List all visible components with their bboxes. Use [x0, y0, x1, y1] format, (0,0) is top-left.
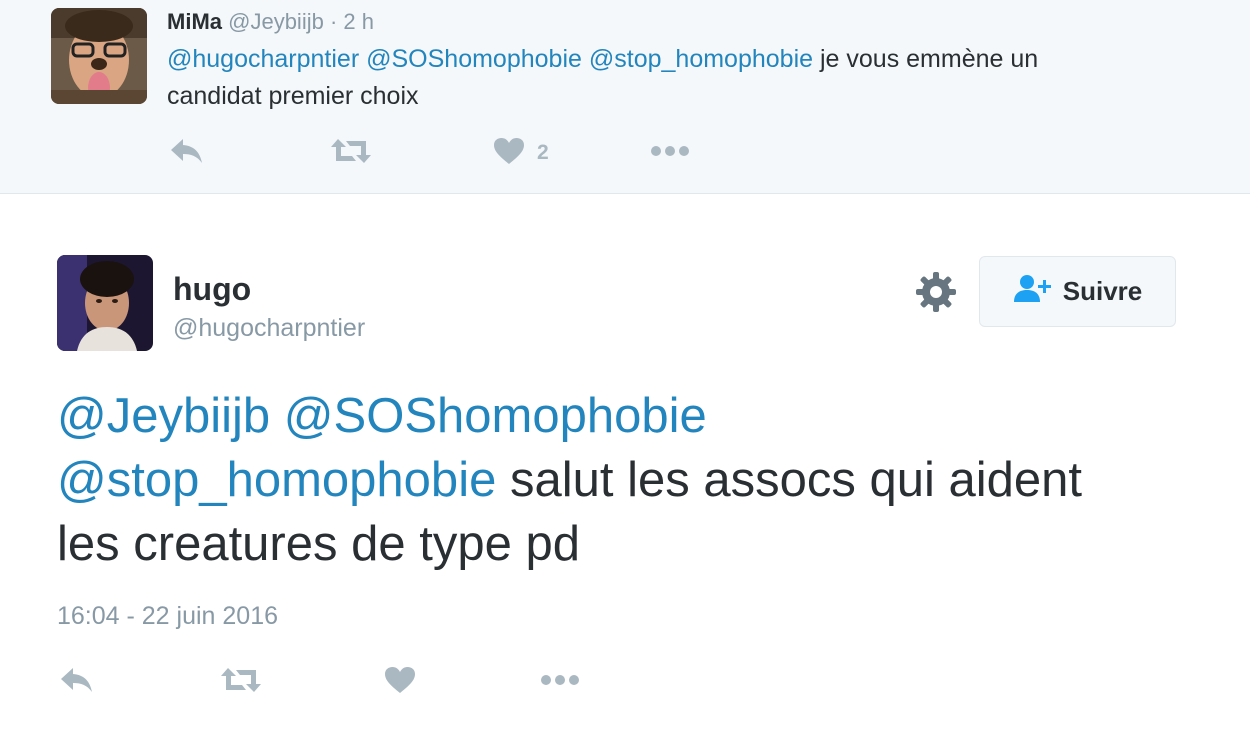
reply-text: @hugocharpntier @SOShomophobie @stop_hom…	[167, 41, 1207, 115]
mention-link[interactable]: @SOShomophobie	[366, 45, 582, 73]
like-count: 2	[537, 141, 549, 164]
separator-dot: ·	[329, 9, 338, 34]
tweet-text-body-line3: les creatures de type pd	[57, 517, 580, 571]
author-handle[interactable]: @hugocharpntier	[173, 313, 365, 343]
more-icon	[650, 144, 690, 162]
reply-time[interactable]: 2 h	[343, 9, 374, 34]
reply-text-body: je vous emmène un	[819, 45, 1039, 73]
reply-button[interactable]	[59, 664, 95, 700]
follow-label: Suivre	[1062, 276, 1143, 306]
mention-link[interactable]: @SOShomophobie	[284, 389, 707, 443]
more-icon	[540, 673, 580, 691]
mention-link[interactable]: @stop_homophobie	[57, 453, 496, 507]
follow-button[interactable]: Suivre	[979, 256, 1176, 327]
reply-text-body-line2: candidat premier choix	[167, 82, 419, 110]
reply-author-name[interactable]: MiMa	[167, 9, 222, 34]
heart-icon	[493, 137, 525, 170]
mention-link[interactable]: @stop_homophobie	[589, 45, 813, 73]
heart-icon	[384, 666, 416, 699]
reply-avatar[interactable]	[51, 8, 147, 104]
settings-button[interactable]	[914, 270, 958, 314]
like-button[interactable]	[384, 664, 416, 700]
reply-header: MiMa @Jeybiijb · 2 h	[167, 8, 374, 36]
retweet-button[interactable]	[220, 664, 262, 700]
like-button[interactable]: 2	[493, 136, 549, 170]
author-name[interactable]: hugo	[173, 270, 251, 308]
reply-button[interactable]	[169, 136, 205, 170]
follow-user-icon	[1013, 274, 1053, 309]
reply-tweet: MiMa @Jeybiijb · 2 h @hugocharpntier @SO…	[0, 0, 1250, 194]
mention-link[interactable]: @Jeybiijb	[57, 389, 270, 443]
tweet-timestamp[interactable]: 16:04 - 22 juin 2016	[57, 601, 278, 631]
reply-icon	[59, 666, 95, 699]
retweet-button[interactable]	[330, 136, 372, 170]
gear-icon	[914, 272, 958, 318]
retweet-icon	[330, 137, 372, 170]
more-button[interactable]	[540, 664, 580, 700]
reply-author-handle[interactable]: @Jeybiijb	[228, 9, 324, 34]
reply-actions: 2	[167, 136, 767, 170]
tweet-actions	[57, 664, 657, 700]
reply-icon	[169, 137, 205, 170]
tweet-text-body: salut les assocs qui aident	[509, 453, 1082, 507]
author-avatar[interactable]	[57, 255, 153, 351]
more-button[interactable]	[650, 136, 690, 170]
mention-link[interactable]: @hugocharpntier	[167, 45, 359, 73]
retweet-icon	[220, 666, 262, 699]
tweet-text: @Jeybiijb @SOShomophobie @stop_homophobi…	[57, 384, 1177, 576]
